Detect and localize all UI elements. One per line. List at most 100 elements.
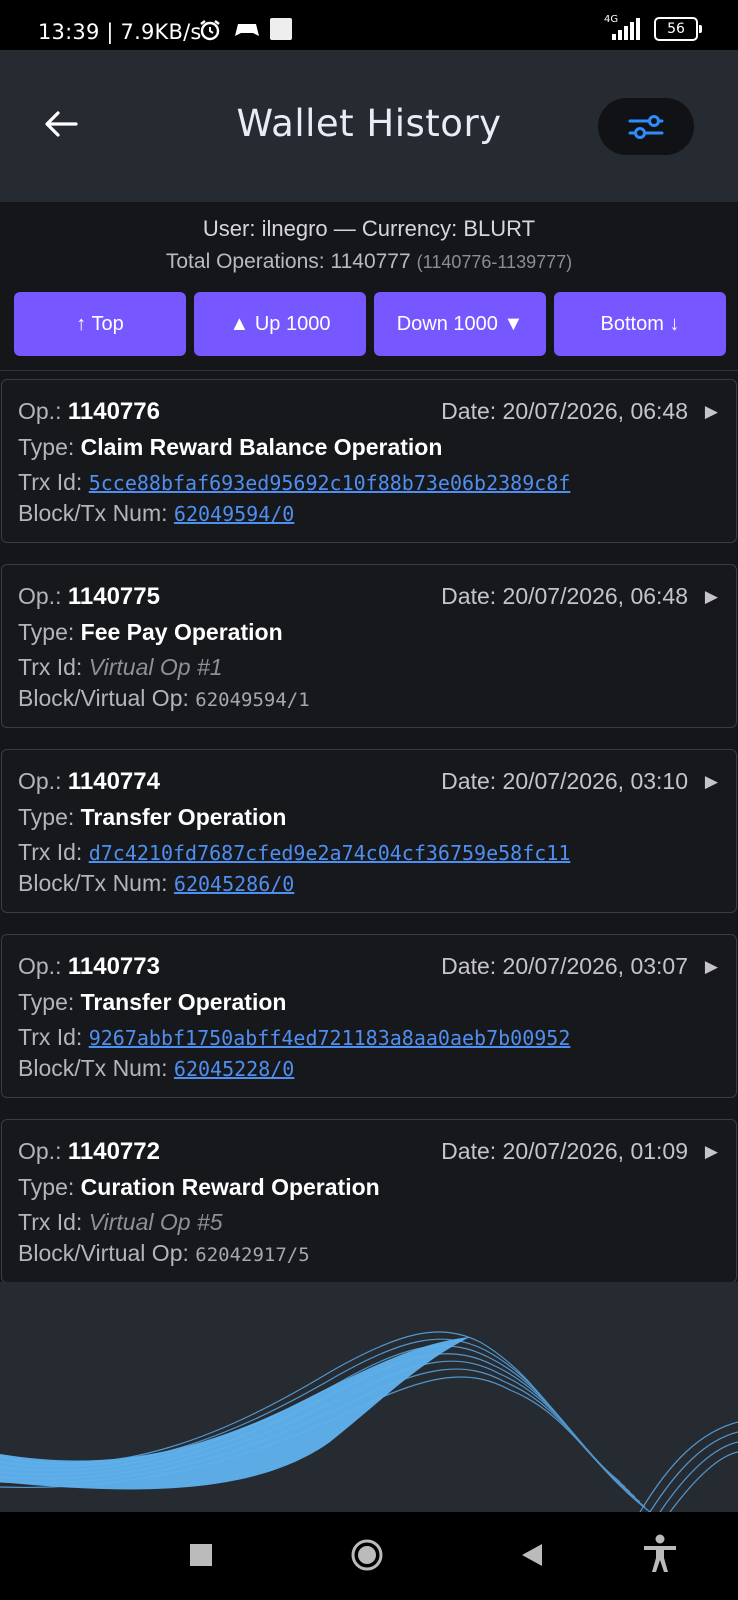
notification-square-icon: [270, 18, 292, 44]
home-circle-icon: [351, 1539, 383, 1571]
up-1000-button[interactable]: ▲ Up 1000: [194, 292, 366, 356]
op-label: Op.:: [18, 398, 68, 424]
block-label: Block/Tx Num:: [18, 500, 174, 526]
accessibility-icon: [644, 1534, 676, 1572]
block-line: Block/Tx Num: 62049594/0: [18, 500, 294, 527]
op-label: Op.:: [18, 583, 68, 609]
op-line: Op.: 1140776: [18, 398, 160, 426]
square-icon: [190, 1544, 212, 1566]
operations-range: (1140776-1139777): [416, 252, 573, 272]
trx-id-link[interactable]: 9267abbf1750abff4ed721183a8aa0aeb7b00952: [89, 1026, 571, 1050]
type-label: Type:: [18, 619, 81, 645]
op-number: 1140776: [67, 398, 160, 425]
battery-indicator: 56: [654, 17, 702, 41]
sliders-icon: [628, 115, 664, 139]
bottom-button[interactable]: Bottom ↓: [554, 292, 726, 356]
trx-label: Trx Id:: [18, 654, 89, 680]
recents-button[interactable]: [190, 1544, 212, 1571]
op-label: Op.:: [18, 1138, 68, 1164]
block-label: Block/Virtual Op:: [18, 1240, 196, 1266]
trx-label: Trx Id:: [18, 1024, 89, 1050]
total-operations-line: Total Operations: 1140777 (1140776-113977…: [0, 250, 738, 274]
status-bar: 13:39 | 7.9KB/s 4G 56: [0, 0, 738, 50]
trx-label: Trx Id:: [18, 1209, 89, 1235]
type-line: Type: Transfer Operation: [18, 989, 286, 1016]
operation-card[interactable]: Op.: 1140774 Date: 20/07/2026, 03:10 ▶ T…: [1, 749, 737, 913]
filter-button[interactable]: [598, 98, 694, 155]
top-button[interactable]: ↑ Top: [14, 292, 186, 356]
block-link[interactable]: 62045228/0: [174, 1057, 294, 1081]
down-1000-button[interactable]: Down 1000 ▼: [374, 292, 546, 356]
app-bar: Wallet History: [0, 50, 738, 202]
trx-id-link[interactable]: d7c4210fd7687cfed9e2a74c04cf36759e58fc11: [89, 841, 571, 865]
type-label: Type:: [18, 434, 81, 460]
accessibility-button[interactable]: [642, 1534, 678, 1579]
date-line: Date: 20/07/2026, 03:10: [441, 768, 688, 795]
op-date: 20/07/2026, 06:48: [502, 583, 688, 609]
date-line: Date: 20/07/2026, 06:48: [441, 583, 688, 610]
date-label: Date:: [441, 953, 503, 979]
block-value: 62049594/1: [195, 689, 310, 711]
type-line: Type: Fee Pay Operation: [18, 619, 283, 646]
operation-card[interactable]: Op.: 1140776 Date: 20/07/2026, 06:48 ▶ T…: [1, 379, 737, 543]
op-type: Fee Pay Operation: [80, 619, 283, 645]
op-label: Op.:: [18, 768, 68, 794]
type-label: Type:: [18, 804, 81, 830]
op-label: Op.:: [18, 953, 68, 979]
block-label: Block/Tx Num:: [18, 1055, 174, 1081]
expand-arrow-icon[interactable]: ▶: [705, 587, 718, 607]
op-line: Op.: 1140773: [18, 953, 160, 981]
trx-line: Trx Id: Virtual Op #1: [18, 654, 223, 681]
operation-card[interactable]: Op.: 1140775 Date: 20/07/2026, 06:48 ▶ T…: [1, 564, 737, 728]
op-number: 1140772: [67, 1138, 160, 1165]
total-operations: Total Operations: 1140777: [165, 250, 411, 273]
date-label: Date:: [441, 583, 503, 609]
back-nav-button[interactable]: [520, 1542, 544, 1573]
expand-arrow-icon[interactable]: ▶: [705, 402, 718, 422]
virtual-op-id: Virtual Op #5: [88, 1209, 223, 1235]
op-date: 20/07/2026, 01:09: [502, 1138, 688, 1164]
history-panel: User: ilnegro — Currency: BLURT Total Op…: [0, 202, 738, 1282]
block-label: Block/Virtual Op:: [18, 685, 196, 711]
trx-id-link[interactable]: 5cce88bfaf693ed95692c10f88b73e06b2389c8f: [89, 471, 571, 495]
trx-line: Trx Id: Virtual Op #5: [18, 1209, 223, 1236]
trx-line: Trx Id: 9267abbf1750abff4ed721183a8aa0ae…: [18, 1024, 570, 1051]
type-line: Type: Transfer Operation: [18, 804, 286, 831]
date-label: Date:: [441, 1138, 503, 1164]
op-date: 20/07/2026, 03:10: [502, 768, 688, 794]
type-line: Type: Claim Reward Balance Operation: [18, 434, 442, 461]
type-label: Type:: [18, 989, 81, 1015]
date-line: Date: 20/07/2026, 01:09: [441, 1138, 688, 1165]
alarm-icon: [198, 18, 222, 46]
op-line: Op.: 1140774: [18, 768, 160, 796]
game-controller-icon: [234, 18, 260, 44]
trx-label: Trx Id:: [18, 469, 89, 495]
triangle-back-icon: [522, 1544, 542, 1566]
expand-arrow-icon[interactable]: ▶: [705, 957, 718, 977]
expand-arrow-icon[interactable]: ▶: [705, 772, 718, 792]
block-link[interactable]: 62045286/0: [174, 872, 294, 896]
status-time: 13:39 | 7.9KB/s: [38, 20, 202, 44]
op-date: 20/07/2026, 03:07: [502, 953, 688, 979]
divider: [0, 370, 738, 371]
trx-line: Trx Id: 5cce88bfaf693ed95692c10f88b73e06…: [18, 469, 570, 496]
type-label: Type:: [18, 1174, 81, 1200]
op-date: 20/07/2026, 06:48: [502, 398, 688, 424]
signal-icon: 4G: [600, 14, 644, 42]
operation-card[interactable]: Op.: 1140772 Date: 20/07/2026, 01:09 ▶ T…: [1, 1119, 737, 1282]
date-label: Date:: [441, 768, 503, 794]
pagination-buttons: ↑ Top ▲ Up 1000 Down 1000 ▼ Bottom ↓: [14, 292, 726, 356]
operation-card[interactable]: Op.: 1140773 Date: 20/07/2026, 03:07 ▶ T…: [1, 934, 737, 1098]
home-button[interactable]: [350, 1538, 384, 1577]
type-line: Type: Curation Reward Operation: [18, 1174, 380, 1201]
op-number: 1140774: [67, 768, 160, 795]
block-line: Block/Tx Num: 62045228/0: [18, 1055, 294, 1082]
expand-arrow-icon[interactable]: ▶: [705, 1142, 718, 1162]
op-line: Op.: 1140772: [18, 1138, 160, 1166]
block-link[interactable]: 62049594/0: [174, 502, 294, 526]
virtual-op-id: Virtual Op #1: [88, 654, 223, 680]
op-type: Claim Reward Balance Operation: [80, 434, 443, 460]
user-currency-line: User: ilnegro — Currency: BLURT: [202, 216, 536, 241]
date-label: Date:: [441, 398, 503, 424]
op-type: Transfer Operation: [80, 989, 287, 1015]
